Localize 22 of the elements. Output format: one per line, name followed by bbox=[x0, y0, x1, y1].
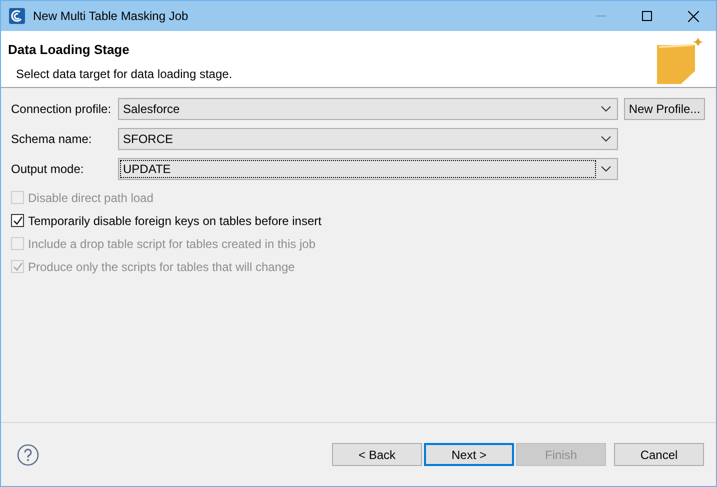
field-label: Output mode: bbox=[11, 161, 85, 178]
dropdown[interactable]: SFORCE bbox=[118, 128, 618, 150]
page-title: Data Loading Stage bbox=[8, 41, 130, 59]
new-profile-button[interactable]: New Profile... bbox=[624, 98, 705, 120]
maximize-icon[interactable] bbox=[642, 11, 652, 21]
page-description: Select data target for data loading stage. bbox=[16, 66, 232, 82]
checkbox[interactable] bbox=[11, 214, 24, 227]
help-icon[interactable] bbox=[17, 444, 39, 466]
wizard-button[interactable]: Cancel bbox=[614, 443, 704, 466]
wizard-button[interactable]: < Back bbox=[332, 443, 422, 466]
chevron-down-icon[interactable] bbox=[601, 136, 611, 142]
dropdown[interactable]: Salesforce bbox=[118, 98, 618, 120]
close-icon[interactable] bbox=[688, 10, 699, 22]
window-title: New Multi Table Masking Job bbox=[33, 8, 188, 25]
dropdown[interactable]: UPDATE bbox=[118, 158, 618, 180]
app-icon bbox=[9, 8, 25, 24]
field-label: Connection profile: bbox=[11, 101, 112, 118]
chevron-down-icon[interactable] bbox=[601, 166, 611, 172]
field-label: Schema name: bbox=[11, 131, 93, 148]
wizard-button[interactable]: Next > bbox=[424, 443, 514, 466]
checkbox-option[interactable]: Temporarily disable foreign keys on tables before insert bbox=[11, 209, 706, 232]
chevron-down-icon[interactable] bbox=[601, 106, 611, 112]
